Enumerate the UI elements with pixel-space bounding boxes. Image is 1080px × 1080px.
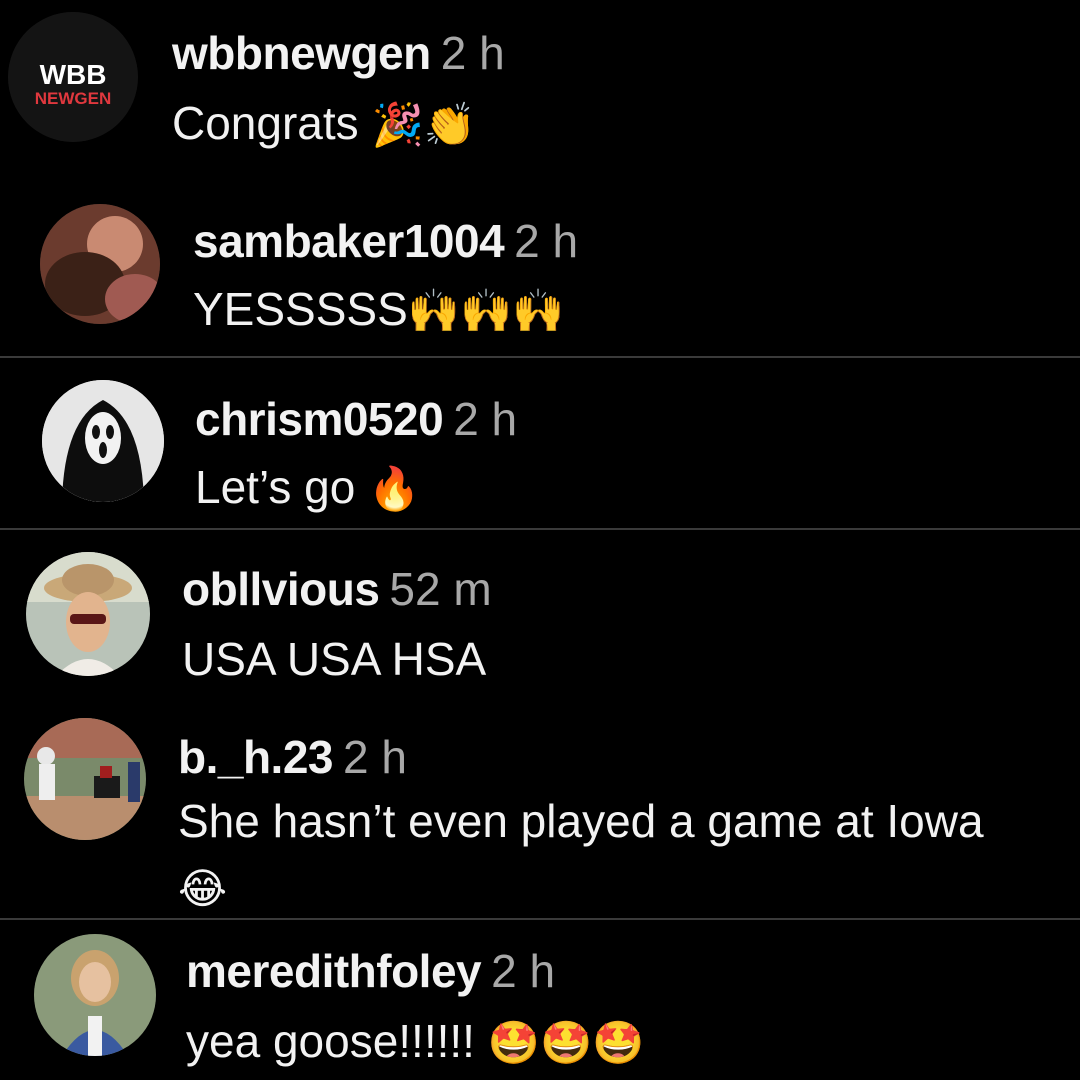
comment-item: b._h.23 2 h She hasn’t even played a game… [0, 710, 1080, 918]
username[interactable]: meredithfoley [186, 945, 482, 997]
comment-item: chrism0520 2 h Let’s go 🔥 [0, 358, 1080, 528]
comment-body: Congrats [172, 97, 359, 149]
comment-text: USA USA HSA [182, 626, 486, 692]
comment-item: sambaker1004 2 h YESSSSS🙌🙌🙌 [0, 190, 1080, 356]
timestamp: 2 h [440, 27, 505, 79]
username[interactable]: obllvious [182, 563, 380, 615]
timestamp: 2 h [514, 215, 579, 267]
username[interactable]: b._h.23 [178, 731, 334, 783]
comment-text: Let’s go 🔥 [195, 454, 420, 522]
avatar[interactable] [42, 380, 164, 502]
comment-text: YESSSSS🙌🙌🙌 [193, 276, 565, 344]
timestamp: 2 h [491, 945, 556, 997]
avatar[interactable] [34, 934, 156, 1056]
laughing-tears-emoji-icon: 😂 [178, 864, 228, 913]
party-clap-emoji-icon: 🎉👏 [371, 100, 477, 149]
comment-body: YESSSSS [193, 283, 408, 335]
comment-meta: obllvious 52 m [182, 562, 492, 616]
comment-meta: b._h.23 2 h [178, 730, 407, 784]
username[interactable]: sambaker1004 [193, 215, 505, 267]
comment-meta: wbbnewgen 2 h [172, 26, 505, 80]
comment-meta: sambaker1004 2 h [193, 214, 578, 268]
baseball-photo-icon [24, 718, 146, 840]
comment-meta: meredithfoley 2 h [186, 944, 555, 998]
username[interactable]: chrism0520 [195, 393, 444, 445]
comment-item: WBB NEWGEN wbbnewgen 2 h Congrats 🎉👏 [0, 0, 1080, 180]
timestamp: 52 m [389, 563, 492, 615]
star-struck-emoji-icon: 🤩🤩🤩 [487, 1018, 645, 1067]
raising-hands-emoji-icon: 🙌🙌🙌 [407, 286, 565, 335]
comment-body: USA USA HSA [182, 633, 487, 685]
comment-meta: chrism0520 2 h [195, 392, 517, 446]
user-photo-icon [40, 204, 160, 324]
avatar[interactable] [40, 204, 160, 324]
comment-body: yea goose!!!!!! [186, 1015, 488, 1067]
logo-top-text: WBB [40, 59, 107, 90]
comment-text: Congrats 🎉👏 [172, 90, 476, 158]
ghostface-mask-icon [42, 380, 164, 502]
comment-body: She hasn’t even played a game at Iowa [178, 795, 984, 847]
comment-body: Let’s go [195, 461, 369, 513]
user-photo-icon [34, 934, 156, 1056]
username[interactable]: wbbnewgen [172, 27, 431, 79]
comment-item: meredithfoley 2 h yea goose!!!!!! 🤩🤩🤩 [0, 920, 1080, 1080]
avatar[interactable] [24, 718, 146, 840]
user-photo-icon [26, 552, 150, 676]
comment-item: obllvious 52 m USA USA HSA [0, 530, 1080, 710]
logo-bottom-text: NEWGEN [35, 89, 112, 108]
comment-text: She hasn’t even played a game at Iowa 😂 [178, 788, 1038, 922]
avatar[interactable] [26, 552, 150, 676]
timestamp: 2 h [453, 393, 518, 445]
fire-emoji-icon: 🔥 [368, 464, 421, 513]
comment-text: yea goose!!!!!! 🤩🤩🤩 [186, 1008, 645, 1076]
wbb-newgen-logo-icon: WBB NEWGEN [8, 12, 138, 142]
avatar[interactable]: WBB NEWGEN [8, 12, 138, 142]
timestamp: 2 h [343, 731, 407, 783]
